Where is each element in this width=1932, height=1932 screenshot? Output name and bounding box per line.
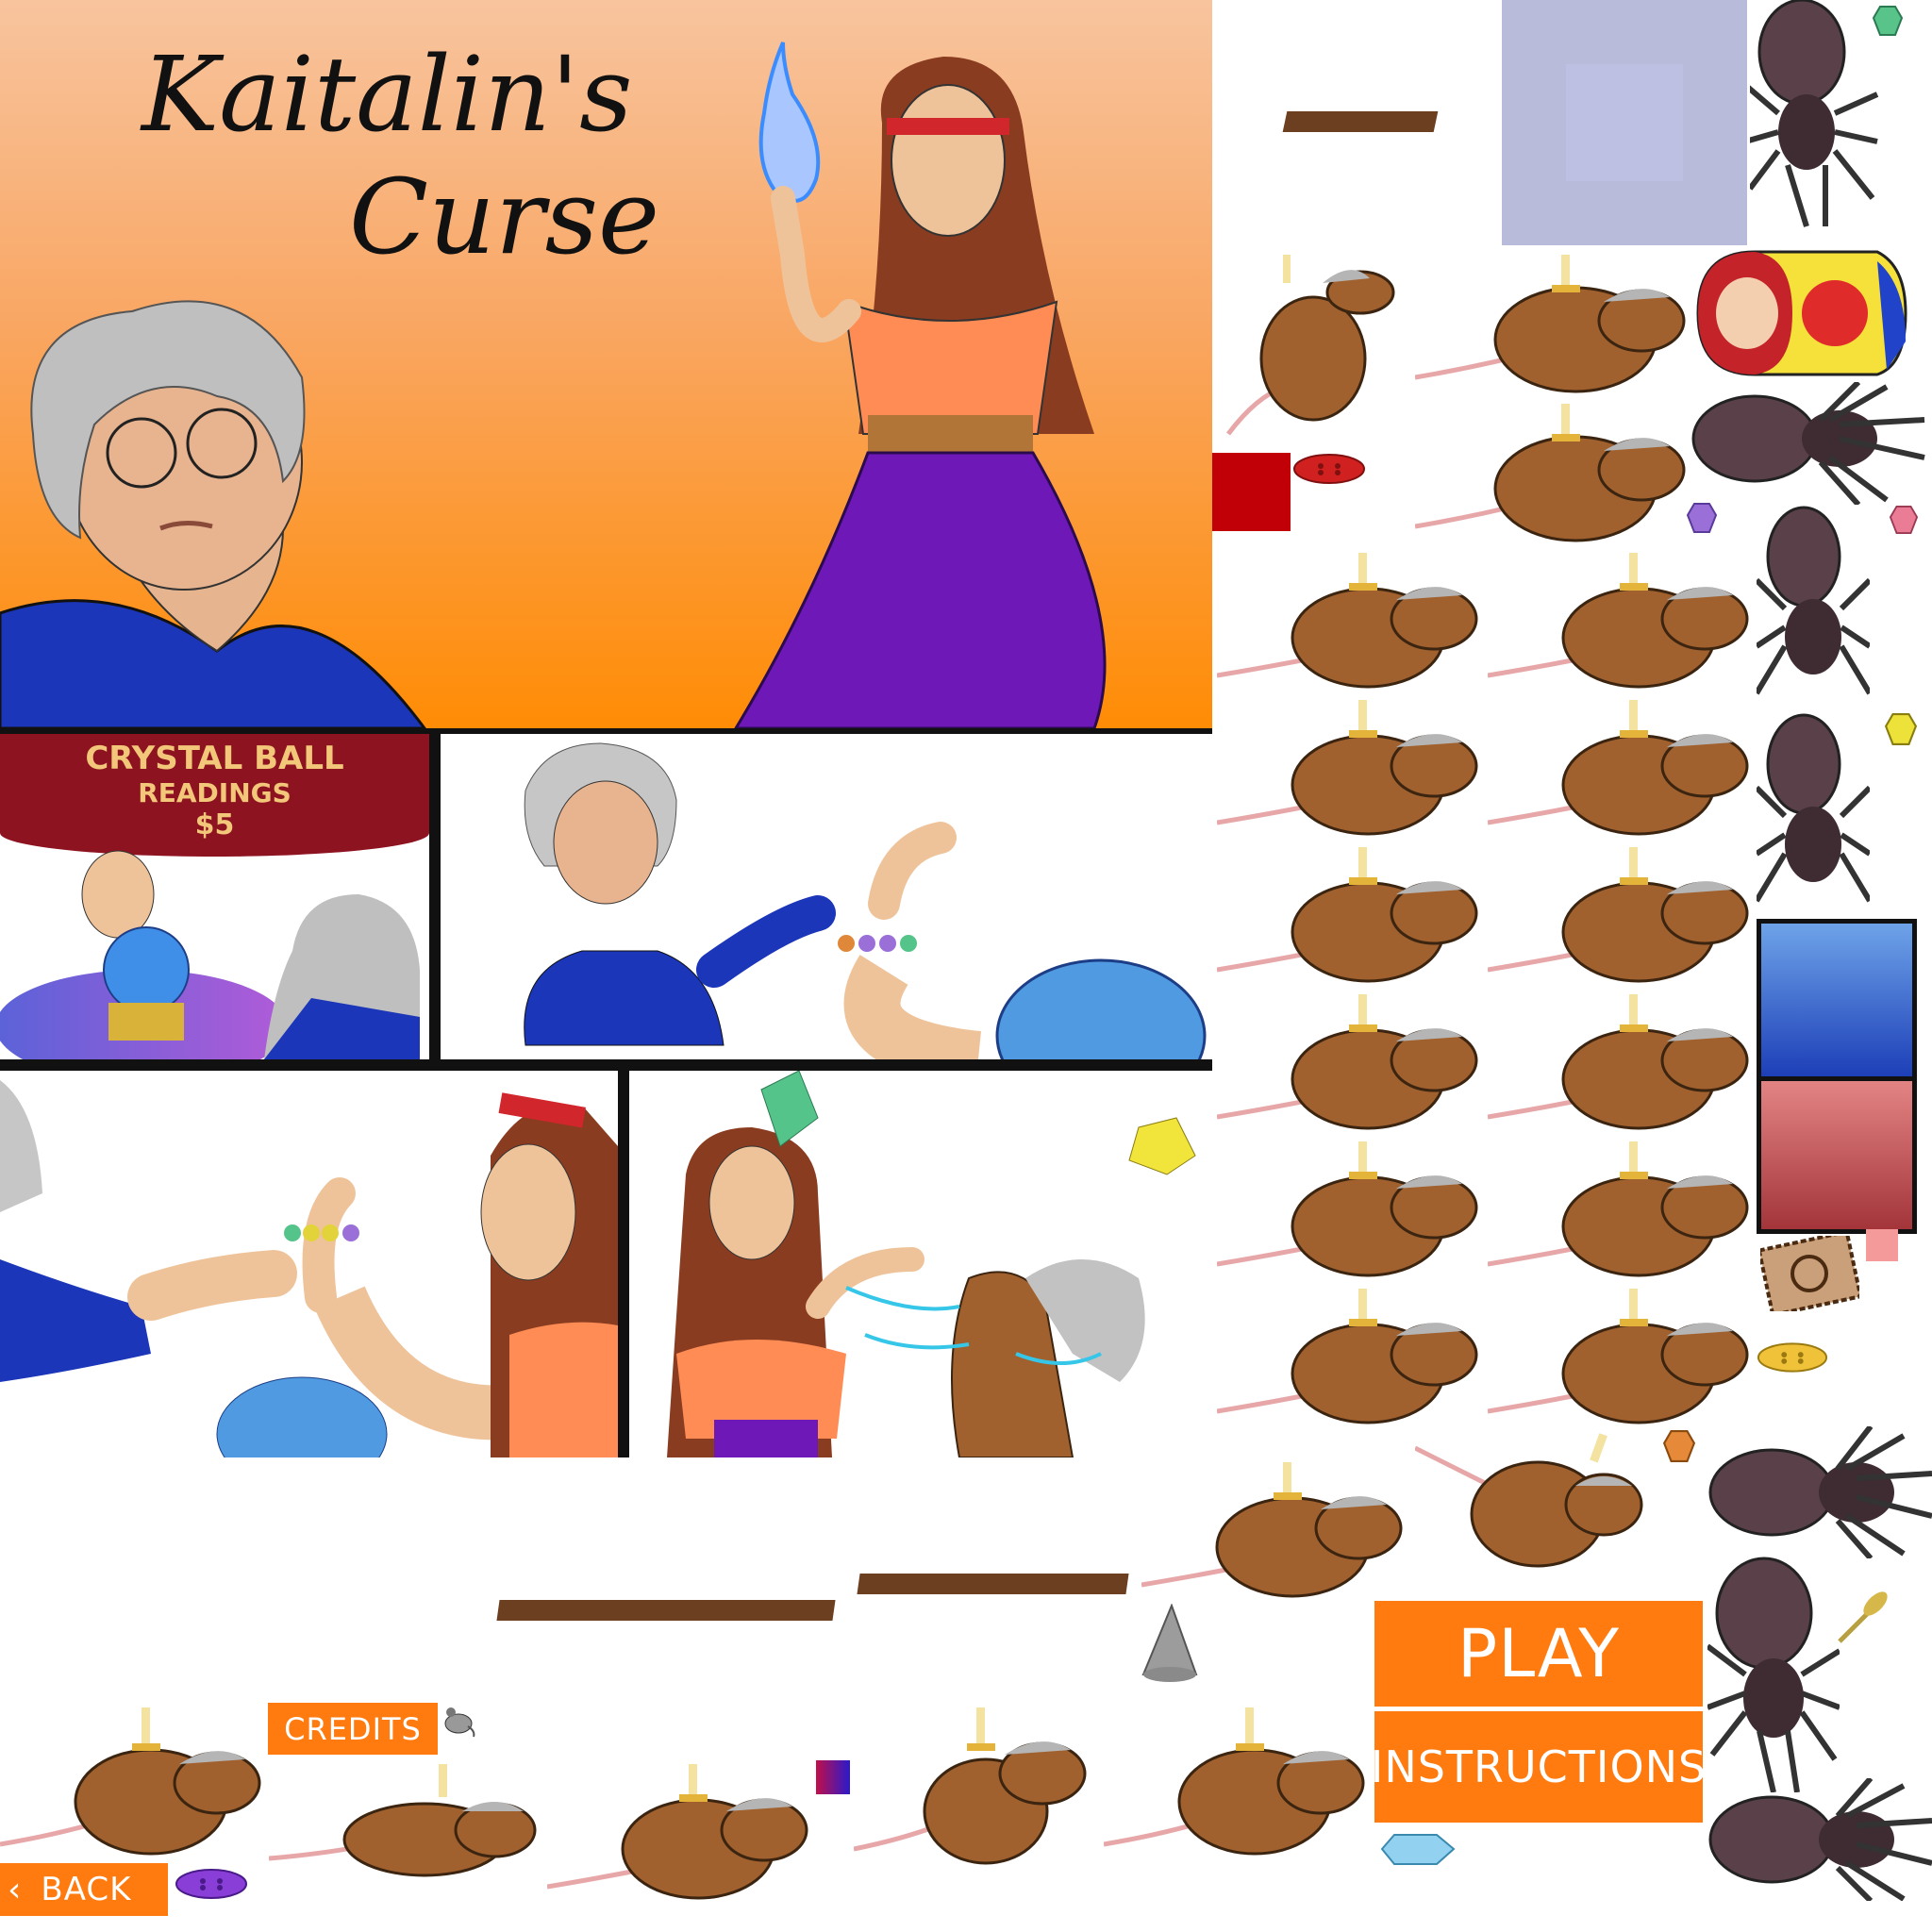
instructions-button[interactable]: INSTRUCTIONS bbox=[1371, 1711, 1706, 1823]
rat-with-candle-icon bbox=[1141, 1462, 1403, 1598]
spider-icon bbox=[1757, 713, 1870, 903]
rat-with-candle-icon bbox=[1488, 847, 1749, 983]
rat-with-candle-icon bbox=[1488, 1141, 1749, 1277]
spider-icon bbox=[1691, 382, 1925, 505]
rat-with-candle-icon bbox=[1217, 1141, 1478, 1277]
back-button[interactable]: ‹ BACK bbox=[0, 1863, 168, 1916]
rat-with-candle-icon bbox=[0, 1707, 261, 1856]
rat-with-candle-icon bbox=[1217, 847, 1478, 983]
gem-icon bbox=[1663, 1430, 1695, 1462]
sewing-button-icon bbox=[1293, 454, 1365, 484]
rat-with-candle-icon bbox=[1488, 1289, 1749, 1424]
rat-with-candle-icon bbox=[1415, 1433, 1643, 1568]
spider-icon bbox=[1708, 1778, 1932, 1901]
instructions-button-label: INSTRUCTIONS bbox=[1370, 1741, 1707, 1792]
play-button-label: PLAY bbox=[1457, 1615, 1621, 1692]
wooden-plank-icon bbox=[857, 1574, 1129, 1594]
rat-with-candle-icon bbox=[1217, 994, 1478, 1130]
postage-stamp-icon bbox=[1760, 1236, 1859, 1311]
rat-with-candle-icon bbox=[1488, 553, 1749, 689]
spider-icon bbox=[1757, 506, 1870, 695]
rat-with-candle-icon bbox=[269, 1764, 537, 1877]
credits-button[interactable]: CREDITS bbox=[268, 1703, 438, 1755]
rat-with-candle-icon bbox=[1415, 404, 1686, 542]
spider-icon bbox=[1708, 1426, 1932, 1558]
credits-button-label: CREDITS bbox=[284, 1710, 422, 1747]
gem-icon bbox=[1885, 713, 1917, 745]
thumbtack-icon bbox=[1838, 1591, 1888, 1643]
cone-spike-icon bbox=[1141, 1604, 1198, 1682]
sewing-button-icon bbox=[1757, 1342, 1828, 1373]
rat-with-candle-icon bbox=[1488, 700, 1749, 836]
rat-with-candle-icon bbox=[1415, 255, 1686, 393]
rat-with-candle-icon bbox=[1217, 700, 1478, 836]
gem-icon bbox=[1890, 506, 1918, 534]
mouse-cursor-icon bbox=[444, 1707, 475, 1738]
gem-icon bbox=[1380, 1834, 1456, 1865]
back-button-label: BACK bbox=[41, 1871, 132, 1908]
chevron-left-icon: ‹ bbox=[8, 1870, 23, 1909]
gem-icon bbox=[1873, 6, 1903, 36]
matryoshka-doll-icon bbox=[1696, 250, 1907, 376]
spider-icon bbox=[1707, 1557, 1840, 1792]
rat-with-candle-icon bbox=[854, 1707, 1087, 1865]
rat-with-candle-icon bbox=[1104, 1707, 1365, 1856]
rat-with-candle-icon bbox=[1217, 553, 1478, 689]
play-button[interactable]: PLAY bbox=[1374, 1601, 1703, 1707]
sewing-button-icon bbox=[175, 1869, 247, 1899]
gem-icon bbox=[1687, 503, 1717, 533]
wooden-plank-icon bbox=[496, 1600, 836, 1621]
rat-with-candle-icon bbox=[1217, 1289, 1478, 1424]
rat-with-candle-icon bbox=[1226, 255, 1395, 436]
rat-with-candle-icon bbox=[547, 1764, 808, 1900]
spider-icon bbox=[1750, 0, 1879, 227]
rat-with-candle-icon bbox=[1488, 994, 1749, 1130]
